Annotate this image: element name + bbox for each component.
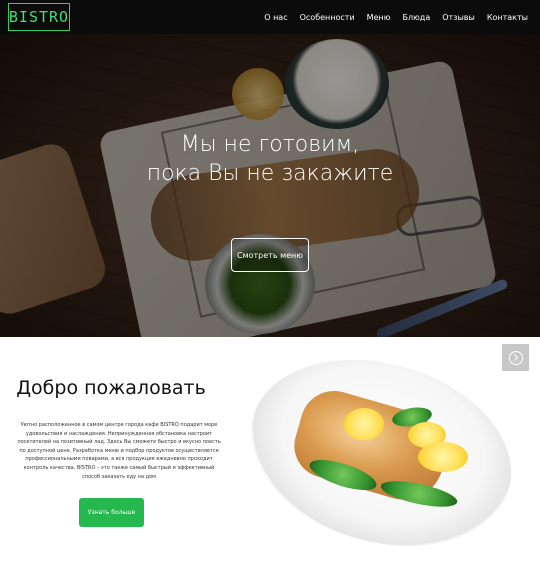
logo[interactable]: BISTRO [8, 3, 70, 31]
header: BISTRO О нас Особенности Меню Блюда Отзы… [0, 0, 540, 34]
main-nav: О нас Особенности Меню Блюда Отзывы Конт… [264, 13, 532, 22]
learn-more-button[interactable]: Узнать больше [79, 498, 144, 527]
hero-section: Мы не готовим, пока Вы не закажите Смотр… [0, 34, 540, 337]
nav-link-dishes[interactable]: Блюда [402, 13, 430, 22]
hero-title-line1: Мы не готовим, [180, 132, 360, 157]
nav-link-reviews[interactable]: Отзывы [442, 13, 475, 22]
hero-title: Мы не готовим, пока Вы не закажите [0, 130, 540, 188]
chevron-up-circle-icon [508, 350, 523, 365]
nav-link-contacts[interactable]: Контакты [487, 13, 528, 22]
hero-title-line2: пока Вы не закажите [146, 161, 394, 186]
nav-link-features[interactable]: Особенности [300, 13, 355, 22]
chevron-icon [510, 353, 519, 362]
welcome-title: Добро пожаловать [16, 377, 206, 399]
dish-lemon [418, 442, 468, 472]
dish-lemon [344, 408, 384, 440]
nav-link-about[interactable]: О нас [264, 13, 287, 22]
view-menu-button[interactable]: Смотреть меню [231, 238, 309, 272]
welcome-section: Добро пожаловать Уютно расположенное в с… [0, 330, 540, 575]
nav-link-menu[interactable]: Меню [367, 13, 391, 22]
scroll-to-top-button[interactable] [502, 344, 529, 371]
welcome-text: Уютно расположенное в самом центре город… [17, 422, 221, 480]
dish-image [228, 330, 534, 575]
